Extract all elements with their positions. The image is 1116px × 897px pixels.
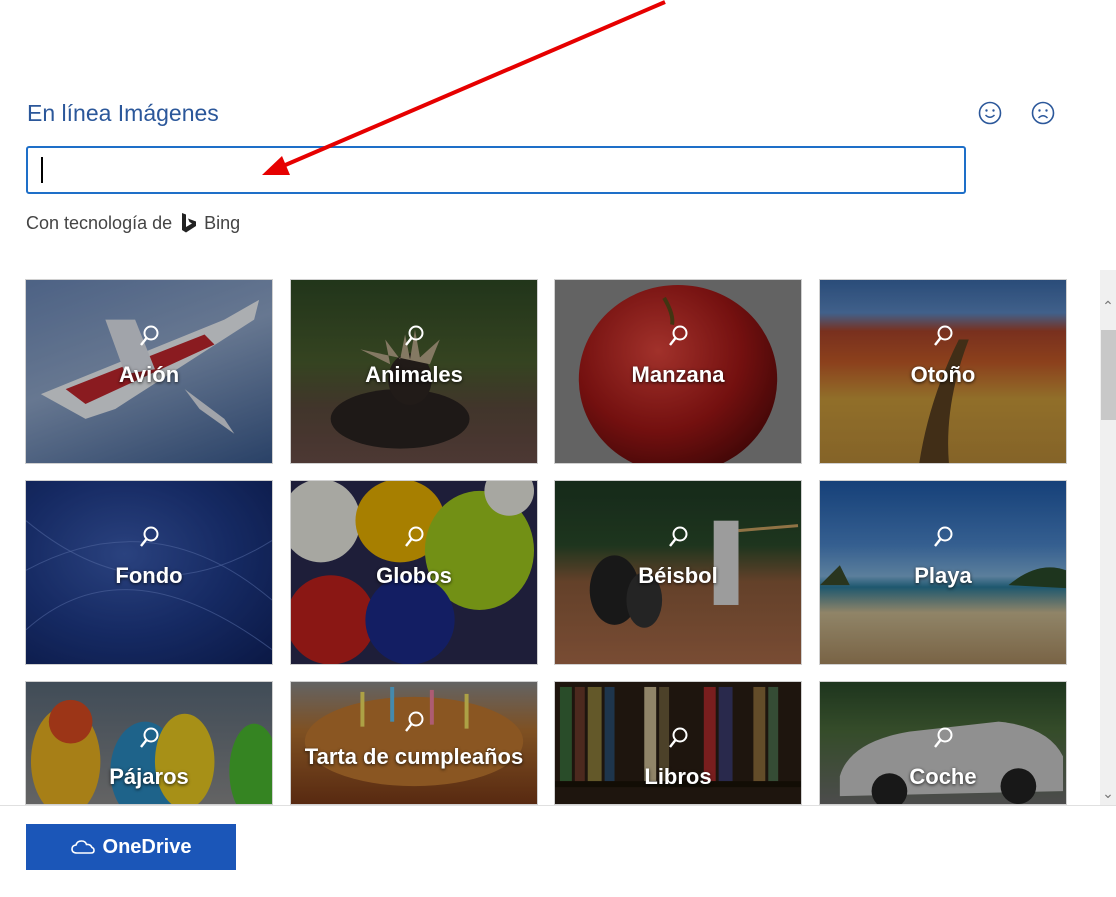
page-title: En línea Imágenes bbox=[27, 100, 219, 126]
tile-avion[interactable]: Avión bbox=[25, 279, 273, 464]
tile-coche[interactable]: Coche bbox=[819, 681, 1067, 805]
bing-label: Bing bbox=[204, 212, 241, 233]
tile-label: Coche bbox=[909, 764, 977, 789]
tile-label: Tarta de cumpleaños bbox=[304, 744, 524, 769]
search-icon bbox=[140, 526, 159, 547]
tile-label: Manzana bbox=[631, 362, 725, 387]
tile-label: Libros bbox=[644, 764, 712, 789]
tile-otono[interactable]: Otoño bbox=[819, 279, 1067, 464]
powered-by-label: Con tecnología de bbox=[26, 212, 173, 233]
tile-label: Béisbol bbox=[638, 563, 718, 588]
tile-fondo[interactable]: Fondo bbox=[25, 480, 273, 665]
tile-playa[interactable]: Playa bbox=[819, 480, 1067, 665]
scrollbar-thumb[interactable] bbox=[1101, 330, 1116, 420]
onedrive-button[interactable]: OneDrive bbox=[26, 824, 236, 870]
tile-pajaros[interactable]: Pájaros bbox=[25, 681, 273, 805]
tile-libros[interactable]: Libros bbox=[554, 681, 802, 805]
tile-label: Playa bbox=[914, 563, 972, 588]
tile-beisbol[interactable]: Béisbol bbox=[554, 480, 802, 665]
tile-globos[interactable]: Globos bbox=[290, 480, 538, 665]
tile-label: Avión bbox=[118, 362, 180, 387]
search-icon bbox=[140, 727, 159, 748]
tile-label: Fondo bbox=[115, 563, 183, 588]
footer-divider bbox=[0, 805, 1116, 806]
search-icon bbox=[669, 526, 688, 547]
tile-animales[interactable]: Animales bbox=[290, 279, 538, 464]
search-icon bbox=[405, 711, 424, 732]
search-icon bbox=[405, 325, 424, 346]
search-box[interactable] bbox=[26, 146, 966, 194]
bing-logo-icon bbox=[182, 213, 197, 233]
powered-by: Con tecnología de Bing bbox=[26, 212, 240, 234]
search-icon bbox=[405, 526, 424, 547]
frown-icon[interactable] bbox=[1030, 100, 1056, 126]
tile-label: Animales bbox=[365, 362, 463, 387]
tile-label: Globos bbox=[376, 563, 452, 588]
search-icon bbox=[669, 325, 688, 346]
search-input[interactable] bbox=[28, 148, 964, 192]
search-icon bbox=[669, 727, 688, 748]
search-icon bbox=[934, 325, 953, 346]
tile-manzana[interactable]: Manzana bbox=[554, 279, 802, 464]
tile-label: Pájaros bbox=[109, 764, 189, 789]
search-icon bbox=[934, 526, 953, 547]
smile-icon[interactable] bbox=[977, 100, 1003, 126]
text-caret bbox=[41, 157, 43, 183]
scroll-down-icon[interactable]: ⌄ bbox=[1100, 785, 1116, 805]
tile-label: Otoño bbox=[910, 362, 976, 387]
search-icon bbox=[934, 727, 953, 748]
tile-tarta[interactable]: Tarta de cumpleaños bbox=[290, 681, 538, 805]
search-icon bbox=[140, 325, 159, 346]
onedrive-label: OneDrive bbox=[102, 835, 192, 858]
cloud-icon bbox=[70, 840, 95, 854]
scroll-up-icon[interactable]: ⌃ bbox=[1100, 298, 1116, 318]
